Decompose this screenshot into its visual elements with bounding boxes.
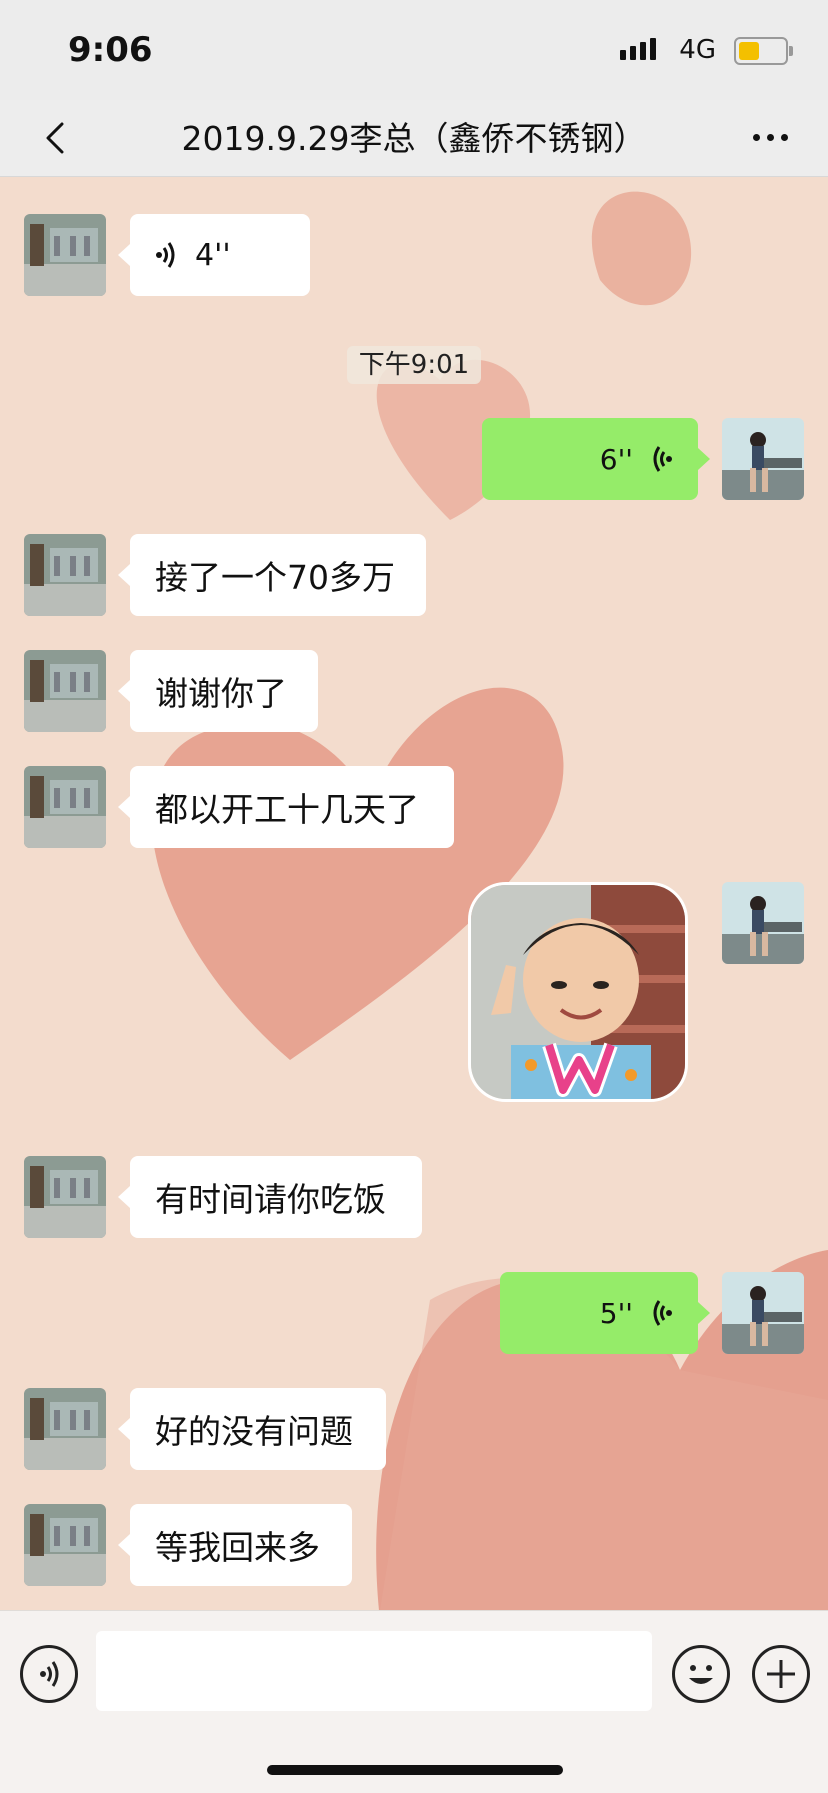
- network-type: 4G: [679, 35, 716, 65]
- plus-icon: [767, 1660, 795, 1688]
- more-functions-button[interactable]: [752, 1645, 810, 1703]
- emoji-icon: [689, 1665, 713, 1684]
- contact-avatar[interactable]: [24, 534, 106, 616]
- battery-icon: [734, 37, 793, 65]
- voice-mode-icon: [40, 1661, 59, 1687]
- my-avatar[interactable]: [722, 882, 804, 964]
- contact-avatar[interactable]: [24, 214, 106, 296]
- text-message[interactable]: 都以开工十几天了: [118, 766, 454, 848]
- voice-message[interactable]: 5'': [500, 1272, 710, 1354]
- voice-message[interactable]: 4'': [118, 214, 310, 296]
- contact-avatar[interactable]: [24, 766, 106, 848]
- contact-avatar[interactable]: [24, 1504, 106, 1586]
- contact-avatar[interactable]: [24, 1156, 106, 1238]
- status-time: 9:06: [68, 30, 153, 70]
- voice-mode-button[interactable]: [20, 1645, 78, 1703]
- text-message[interactable]: 接了一个70多万: [118, 534, 426, 616]
- contact-avatar[interactable]: [24, 1388, 106, 1470]
- emoji-button[interactable]: [672, 1645, 730, 1703]
- voice-wave-icon: [156, 242, 175, 268]
- signal-strength-icon: [620, 38, 656, 60]
- voice-duration: 5'': [599, 1296, 633, 1330]
- my-avatar[interactable]: [722, 418, 804, 500]
- message-input[interactable]: [96, 1631, 652, 1711]
- timestamp: 下午9:01: [347, 346, 481, 384]
- more-dots-icon: [753, 134, 760, 141]
- sticker-message[interactable]: [468, 882, 688, 1102]
- voice-duration: 6'': [599, 442, 633, 476]
- message-list[interactable]: 4'' 下午9:01 6'' 接了一个70多万 谢谢你了 都以开工十几天了 有时…: [0, 176, 828, 1610]
- contact-avatar[interactable]: [24, 650, 106, 732]
- status-bar: 9:06 4G: [0, 0, 828, 100]
- text-message[interactable]: 有时间请你吃饭: [118, 1156, 422, 1238]
- text-message[interactable]: 好的没有问题: [118, 1388, 386, 1470]
- voice-wave-icon: [653, 446, 672, 472]
- chat-header: 2019.9.29李总（鑫侨不锈钢）: [0, 100, 828, 177]
- text-message[interactable]: 谢谢你了: [118, 650, 318, 732]
- my-avatar[interactable]: [722, 1272, 804, 1354]
- home-indicator[interactable]: [267, 1765, 563, 1775]
- voice-wave-icon: [653, 1300, 672, 1326]
- voice-duration: 4'': [195, 237, 231, 273]
- chat-title: 2019.9.29李总（鑫侨不锈钢）: [181, 119, 647, 158]
- voice-message[interactable]: 6'': [482, 418, 710, 500]
- more-button[interactable]: [753, 134, 788, 141]
- text-message[interactable]: 等我回来多: [118, 1504, 352, 1586]
